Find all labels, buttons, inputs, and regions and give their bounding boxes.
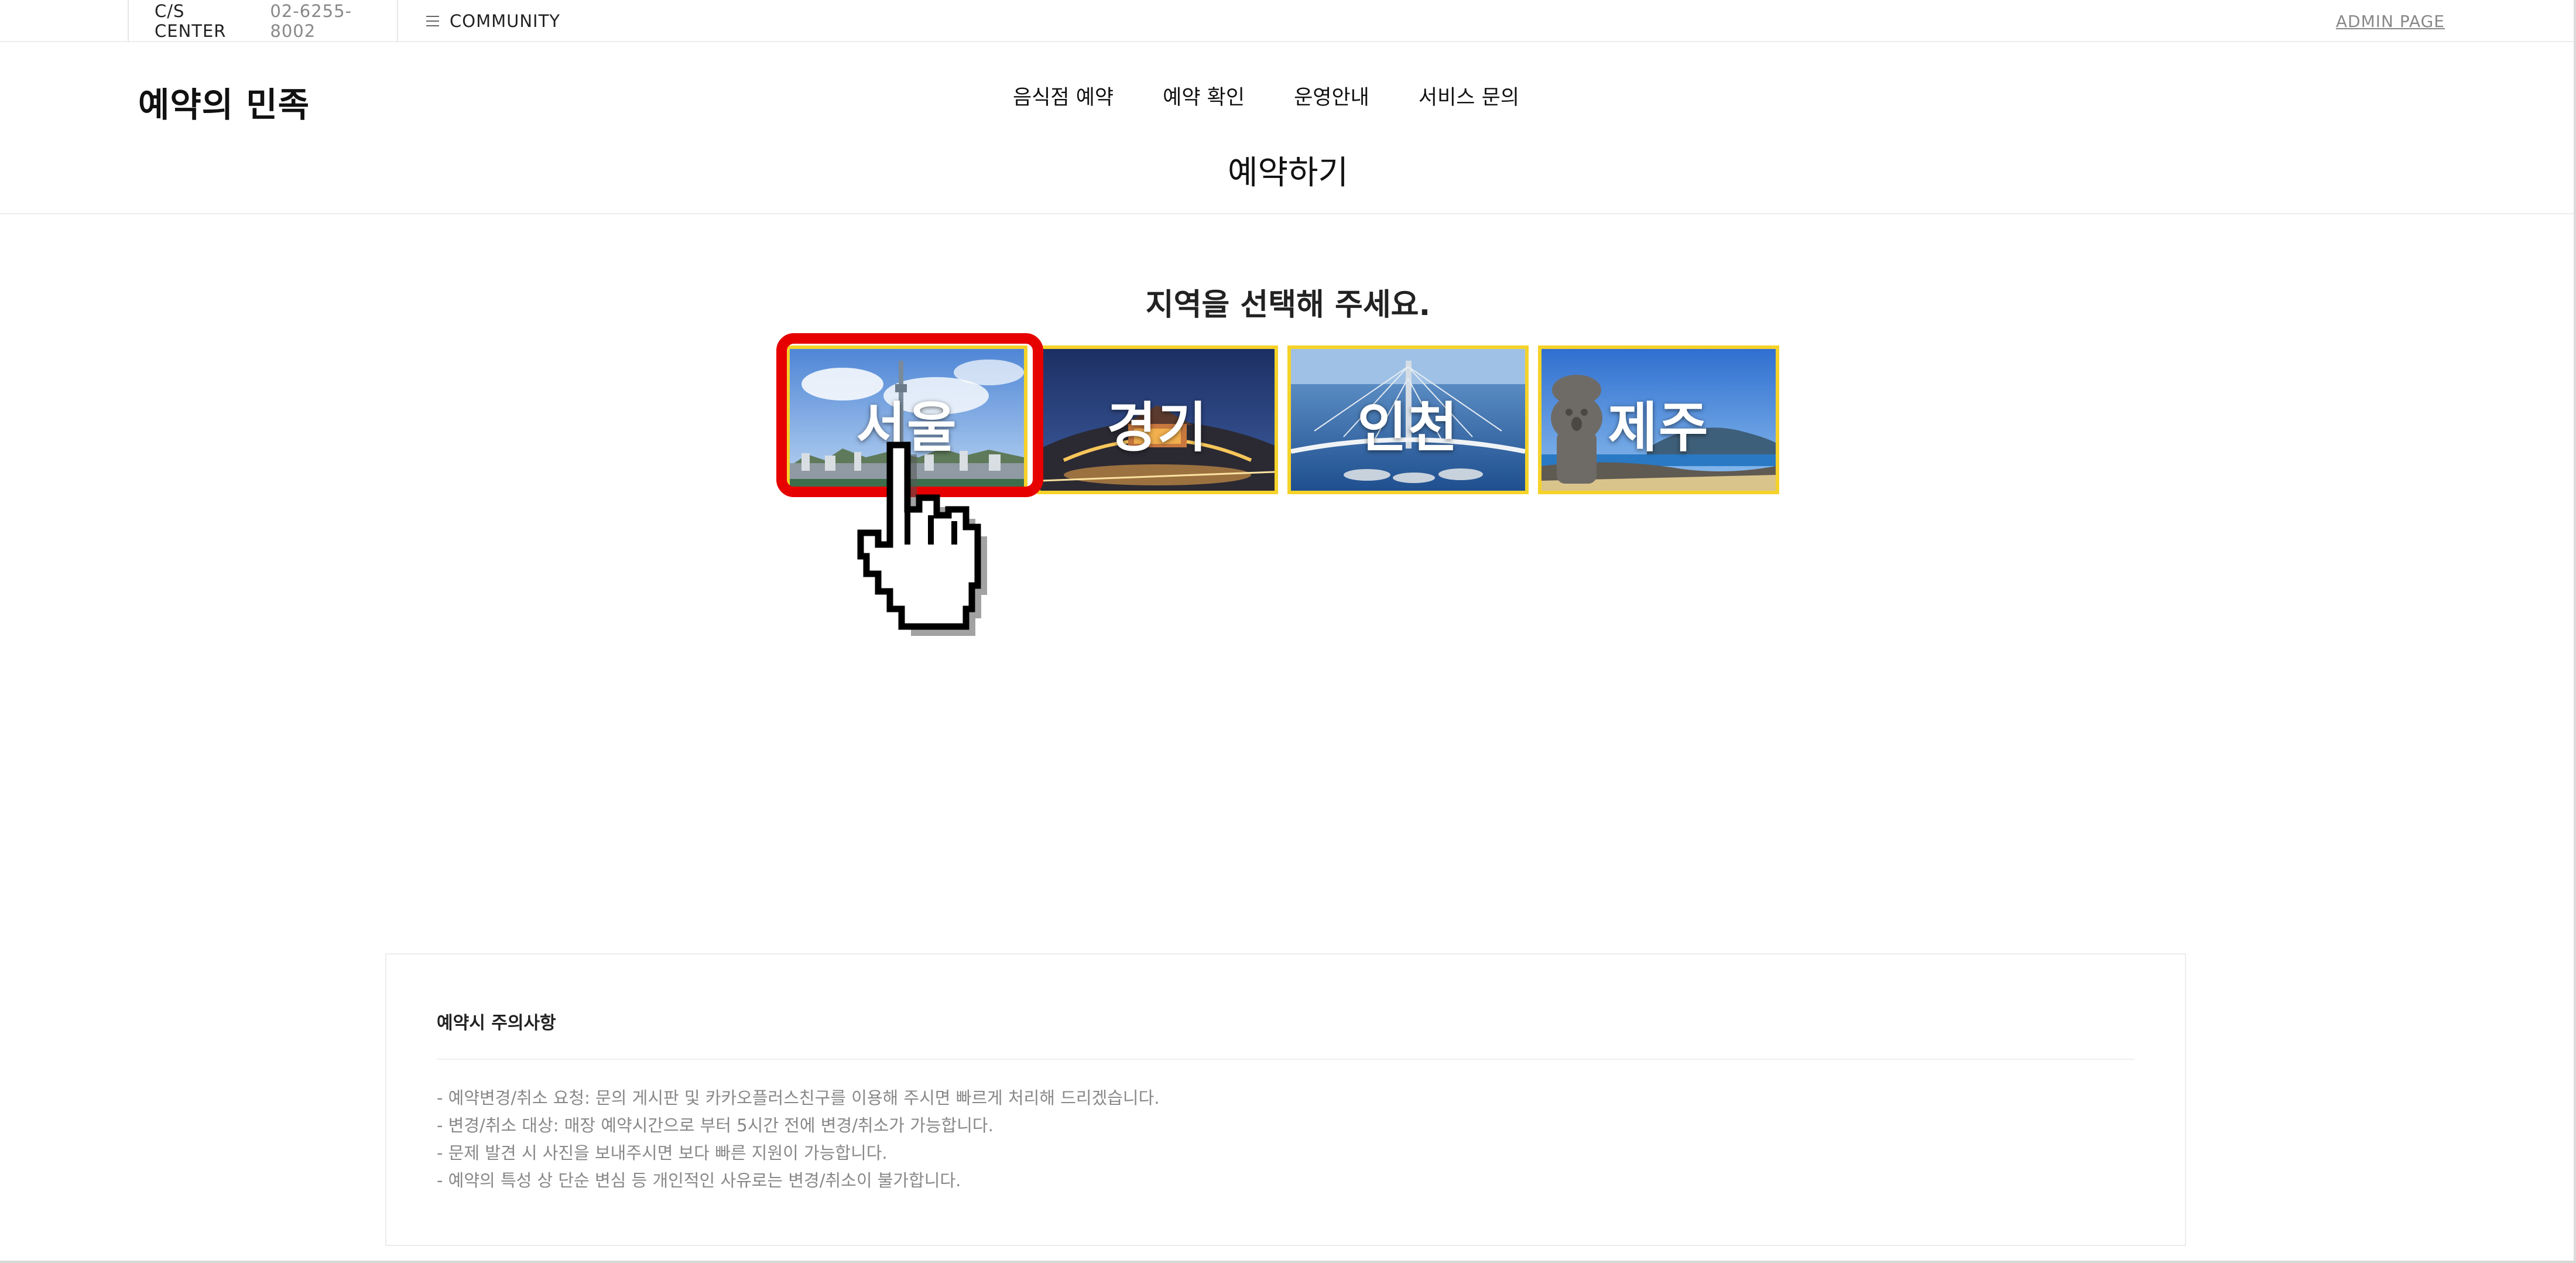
admin-page-link[interactable]: ADMIN PAGE <box>2336 0 2445 42</box>
region-heading: 지역을 선택해 주세요. <box>1145 287 1431 323</box>
top-utility-bar: C/S CENTER 02-6255-8002 COMMUNITY ADMIN … <box>0 0 2576 42</box>
region-label-seoul: 서울 <box>856 396 958 459</box>
page-scrollbar[interactable] <box>2574 0 2576 1263</box>
region-tile-seoul[interactable]: 서울 <box>786 345 1027 494</box>
site-logo[interactable]: 예약의 민족 <box>138 77 310 126</box>
region-tile-gyeonggi[interactable]: 경기 <box>1037 345 1278 494</box>
region-tile-incheon[interactable]: 인천 <box>1287 345 1529 494</box>
main-nav: 음식점 예약 예약 확인 운영안내 서비스 문의 <box>1013 81 1519 111</box>
cs-center-label: C/S CENTER <box>155 1 227 41</box>
cs-center: C/S CENTER 02-6255-8002 <box>128 0 398 42</box>
region-label-gyeonggi: 경기 <box>1107 396 1208 459</box>
notice-line: - 예약변경/취소 요청: 문의 게시판 및 카카오플러스친구를 이용해 주시면… <box>437 1088 1160 1108</box>
region-label-incheon: 인천 <box>1357 396 1459 459</box>
page-title: 예약하기 <box>1227 154 1349 192</box>
region-tile-jeju[interactable]: 제주 <box>1538 345 1779 494</box>
notice-line: - 예약의 특성 상 단순 변심 등 개인적인 사유로는 변경/취소이 불가합니… <box>437 1170 961 1190</box>
community-label: COMMUNITY <box>450 11 561 31</box>
nav-item-booking-check[interactable]: 예약 확인 <box>1163 81 1245 111</box>
bottom-edge <box>0 1261 2576 1263</box>
notice-title: 예약시 주의사항 <box>437 1013 556 1033</box>
notice-divider <box>437 1059 2135 1060</box>
notice-line: - 문제 발견 시 사진을 보내주시면 보다 빠른 지원이 가능합니다. <box>437 1143 888 1163</box>
nav-item-restaurant-booking[interactable]: 음식점 예약 <box>1013 81 1114 111</box>
notice-line: - 변경/취소 대상: 매장 예약시간으로 부터 5시간 전에 변경/취소가 가… <box>437 1115 994 1135</box>
site-header: 예약의 민족 음식점 예약 예약 확인 운영안내 서비스 문의 예약하기 <box>0 42 2576 214</box>
region-label-jeju: 제주 <box>1608 396 1710 459</box>
region-tiles: 서울 경기 인천 제주 <box>786 343 1782 495</box>
nav-item-service-inquiry[interactable]: 서비스 문의 <box>1419 81 1519 111</box>
reservation-notice: 예약시 주의사항 - 예약변경/취소 요청: 문의 게시판 및 카카오플러스친구… <box>385 953 2186 1246</box>
community-link[interactable]: COMMUNITY <box>426 0 560 42</box>
nav-item-operation-guide[interactable]: 운영안내 <box>1294 81 1369 111</box>
notice-lines: - 예약변경/취소 요청: 문의 게시판 및 카카오플러스친구를 이용해 주시면… <box>437 1084 1160 1194</box>
hamburger-menu-icon <box>426 16 439 26</box>
cs-center-phone: 02-6255-8002 <box>270 1 352 41</box>
